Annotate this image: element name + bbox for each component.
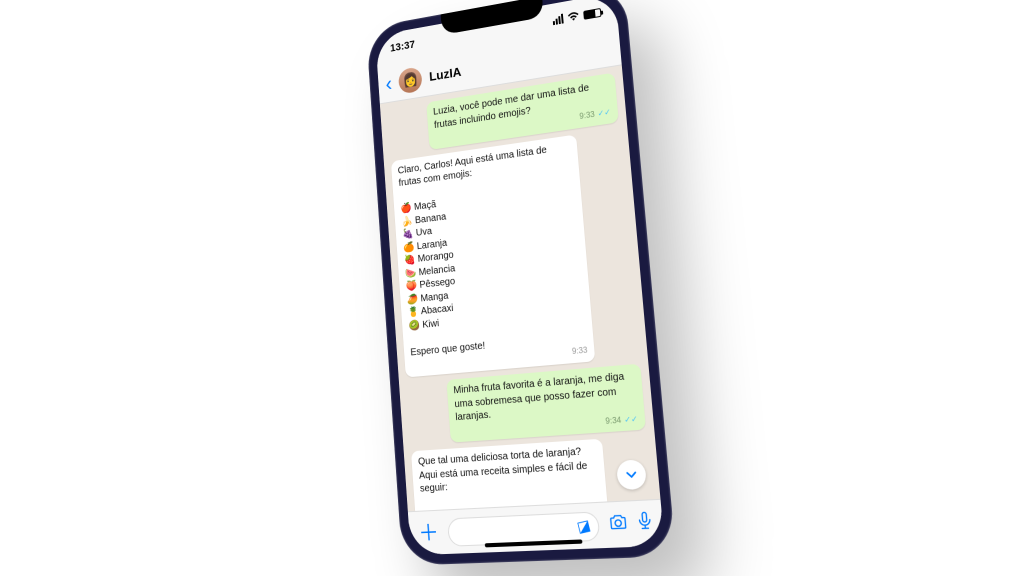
signal-icon	[552, 14, 563, 26]
wifi-icon	[567, 11, 580, 23]
message-time: 9:33	[572, 346, 588, 358]
status-indicators	[552, 7, 601, 25]
chevron-down-icon	[624, 467, 640, 483]
message-time: 9:34	[605, 415, 622, 427]
message-text: Claro, Carlos! Aqui está uma lista de fr…	[397, 140, 586, 359]
message-time: 9:33	[579, 110, 595, 123]
read-check-icon: ✓✓	[597, 107, 611, 120]
back-icon[interactable]: ‹	[385, 73, 393, 95]
attach-icon[interactable]: ＋	[418, 521, 440, 544]
messages-list[interactable]: Luzia, você pode me dar uma lista de fru…	[380, 65, 661, 511]
message-outgoing[interactable]: Minha fruta favorita é a laranja, me dig…	[446, 364, 646, 443]
screen: 13:37 ‹ 👩 LuzIA Lu	[375, 0, 664, 555]
mic-icon[interactable]	[637, 511, 654, 536]
battery-icon	[583, 7, 601, 19]
message-incoming[interactable]: Claro, Carlos! Aqui está uma lista de fr…	[391, 134, 595, 377]
status-time: 13:37	[390, 39, 416, 55]
camera-icon[interactable]	[608, 513, 628, 536]
stage: 13:37 ‹ 👩 LuzIA Lu	[0, 0, 1024, 576]
phone-frame: 13:37 ‹ 👩 LuzIA Lu	[366, 0, 676, 566]
phone-mockup: 13:37 ‹ 👩 LuzIA Lu	[366, 0, 676, 566]
sticker-icon[interactable]: ◪	[575, 516, 592, 536]
read-check-icon: ✓✓	[624, 414, 639, 426]
contact-name[interactable]: LuzIA	[429, 64, 462, 84]
message-text: Que tal uma deliciosa torta de laranja? …	[418, 445, 604, 512]
message-incoming[interactable]: Que tal uma deliciosa torta de laranja? …	[411, 439, 611, 511]
avatar[interactable]: 👩	[398, 66, 423, 94]
